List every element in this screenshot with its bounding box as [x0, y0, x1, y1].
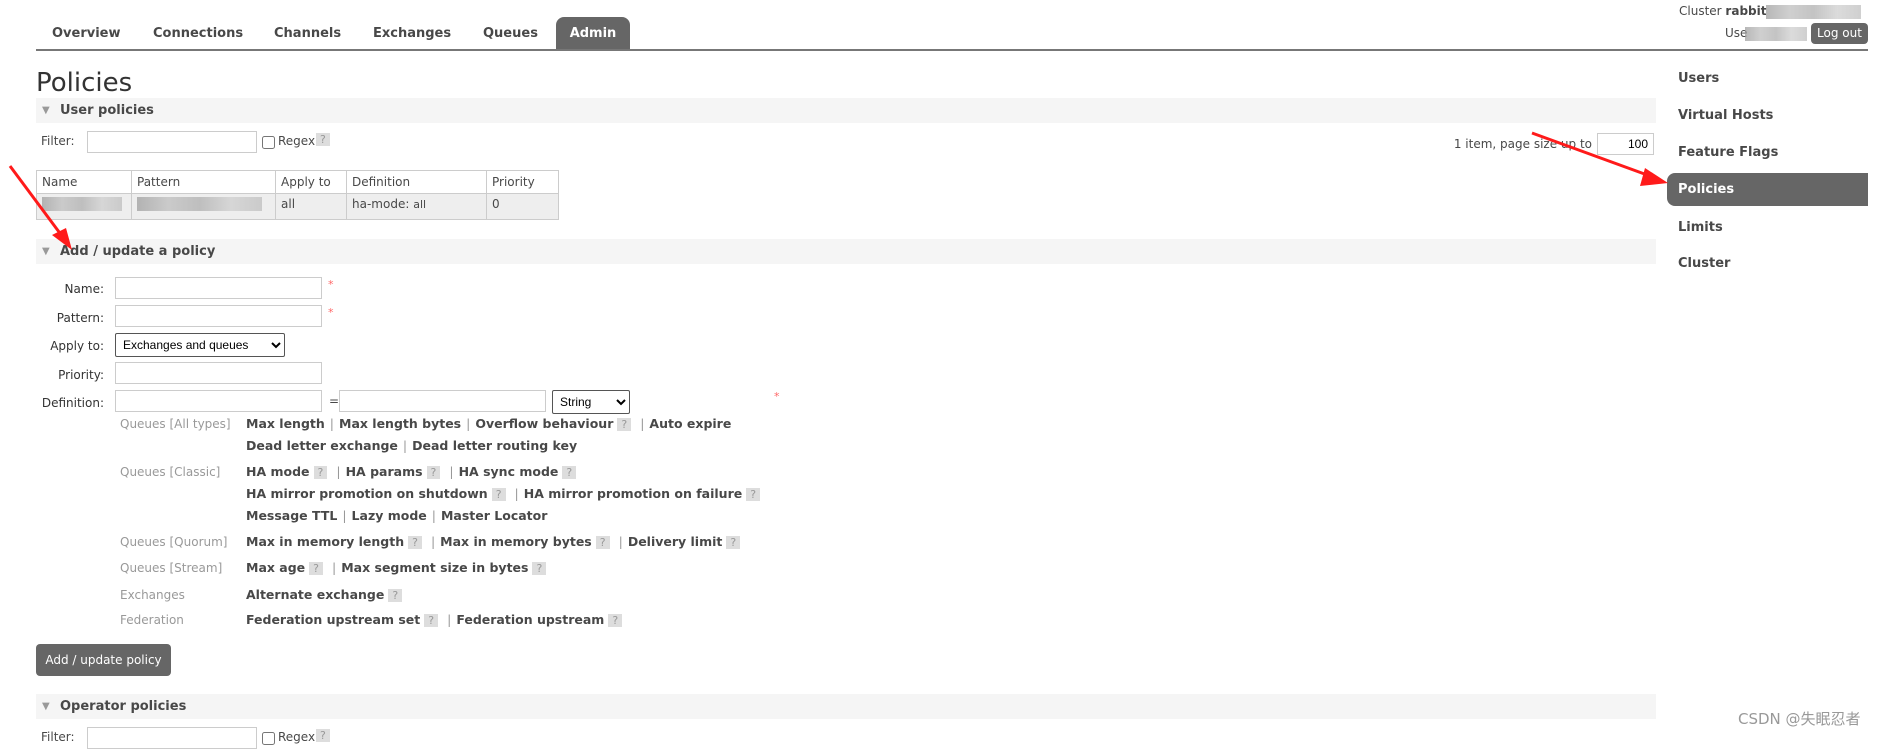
- arrow-right: [1531, 131, 1668, 186]
- annotation-arrows: [8, 131, 1668, 250]
- arrow-left: [8, 165, 72, 250]
